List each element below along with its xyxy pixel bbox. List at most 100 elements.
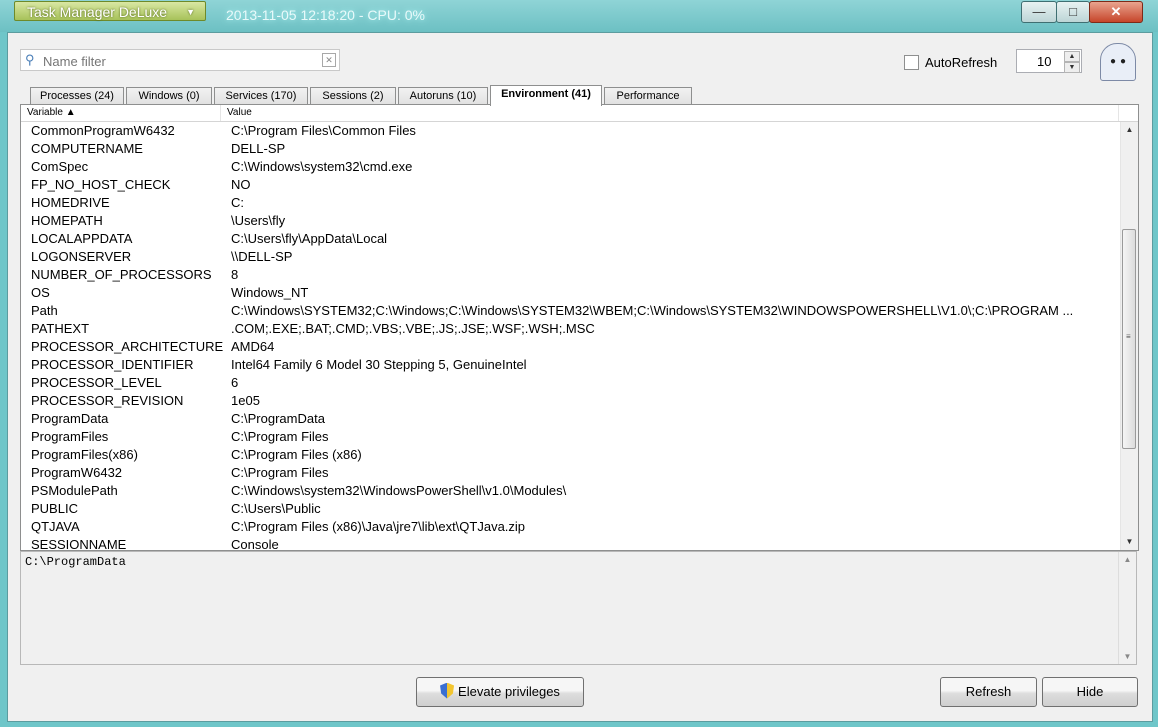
tab-windows[interactable]: Windows (0) <box>126 87 212 105</box>
clear-icon[interactable]: ✕ <box>322 53 336 67</box>
tab-sessions[interactable]: Sessions (2) <box>310 87 396 105</box>
table-row[interactable]: PROCESSOR_IDENTIFIER Intel64 Family 6 Mod… <box>21 356 1119 374</box>
value-cell: \Users\fly <box>231 213 286 228</box>
chevron-down-icon: ▼ <box>186 7 195 17</box>
table-row[interactable]: OS Windows_NT <box>21 284 1119 302</box>
name-filter-input[interactable] <box>41 52 320 70</box>
variable-cell: PATHEXT <box>31 321 90 336</box>
value-cell: C:\Users\fly\AppData\Local <box>231 231 388 246</box>
value-cell: C:\Windows\SYSTEM32;C:\Windows;C:\Window… <box>231 303 1074 318</box>
variable-cell: OS <box>31 285 50 300</box>
variable-cell: QTJAVA <box>31 519 80 534</box>
hide-button[interactable]: Hide <box>1042 677 1138 707</box>
column-header-variable[interactable]: Variable ▲ <box>21 105 221 121</box>
value-cell: NO <box>231 177 251 192</box>
tab-services[interactable]: Services (170) <box>214 87 308 105</box>
tab-environment[interactable]: Environment (41) <box>490 85 602 106</box>
variable-cell: PROCESSOR_ARCHITECTURE <box>31 339 224 354</box>
table-row[interactable]: ProgramFiles(x86) C:\Program Files (x86) <box>21 446 1119 464</box>
variable-cell: HOMEPATH <box>31 213 103 228</box>
variable-cell: PSModulePath <box>31 483 118 498</box>
table-row[interactable]: CommonProgramW6432 C:\Program Files\Commo… <box>21 122 1119 140</box>
ghost-icon[interactable]: ●● <box>1100 43 1136 81</box>
value-cell: Console <box>231 537 279 551</box>
value-cell: AMD64 <box>231 339 275 354</box>
close-button[interactable]: ✕ <box>1089 1 1143 23</box>
autorefresh-checkbox[interactable] <box>904 55 919 71</box>
table-row[interactable]: ProgramData C:\ProgramData <box>21 410 1119 428</box>
table-row[interactable]: FP_NO_HOST_CHECK NO <box>21 176 1119 194</box>
app-menu-label: Task Manager DeLuxe <box>27 4 168 20</box>
minimize-button[interactable]: — <box>1021 1 1057 23</box>
variable-cell: FP_NO_HOST_CHECK <box>31 177 171 192</box>
refresh-button[interactable]: Refresh <box>940 677 1037 707</box>
table-row[interactable]: LOGONSERVER \\DELL-SP <box>21 248 1119 266</box>
detail-scrollbar[interactable]: ▲ ▼ <box>1118 552 1136 664</box>
variable-cell: ComSpec <box>31 159 89 174</box>
value-cell: DELL-SP <box>231 141 286 156</box>
elevate-privileges-button[interactable]: Elevate privileges <box>416 677 584 707</box>
table-scrollbar[interactable]: ▲ ≡ ▼ <box>1120 122 1138 550</box>
value-cell: .COM;.EXE;.BAT;.CMD;.VBS;.VBE;.JS;.JSE;.… <box>231 321 595 336</box>
variable-cell: ProgramData <box>31 411 109 426</box>
table-row[interactable]: NUMBER_OF_PROCESSORS 8 <box>21 266 1119 284</box>
value-cell: Intel64 Family 6 Model 30 Stepping 5, Ge… <box>231 357 527 372</box>
interval-stepper[interactable]: 10 ▲ ▼ <box>1016 49 1082 73</box>
tab-processes[interactable]: Processes (24) <box>30 87 124 105</box>
interval-value: 10 <box>1037 54 1052 69</box>
table-row[interactable]: HOMEDRIVE C: <box>21 194 1119 212</box>
value-cell: \\DELL-SP <box>231 249 293 264</box>
table-row[interactable]: PSModulePath C:\Windows\system32\WindowsP… <box>21 482 1119 500</box>
value-cell: 8 <box>231 267 239 282</box>
main-panel: ⚲ ✕ AutoRefresh 10 ▲ ▼ ●● Processes (24)… <box>7 32 1153 722</box>
table-row[interactable]: LOCALAPPDATA C:\Users\fly\AppData\Local <box>21 230 1119 248</box>
table-body: CommonProgramW6432 C:\Program Files\Commo… <box>21 122 1119 551</box>
value-cell: C:\Windows\system32\cmd.exe <box>231 159 413 174</box>
variable-cell: ProgramFiles(x86) <box>31 447 138 462</box>
scroll-down-icon[interactable]: ▼ <box>1121 534 1138 550</box>
detail-value: C:\ProgramData <box>25 555 126 569</box>
value-cell: C:\Program Files <box>231 465 329 480</box>
variable-cell: PUBLIC <box>31 501 78 516</box>
scroll-up-icon[interactable]: ▲ <box>1121 122 1138 138</box>
value-cell: C:\Users\Public <box>231 501 321 516</box>
table-row[interactable]: PROCESSOR_REVISION 1e05 <box>21 392 1119 410</box>
table-row[interactable]: PROCESSOR_ARCHITECTURE AMD64 <box>21 338 1119 356</box>
variable-cell: LOGONSERVER <box>31 249 132 264</box>
table-row[interactable]: HOMEPATH \Users\fly <box>21 212 1119 230</box>
app-menu-button[interactable]: Task Manager DeLuxe ▼ <box>14 1 206 21</box>
variable-cell: NUMBER_OF_PROCESSORS <box>31 267 212 282</box>
value-cell: C:\Program Files\Common Files <box>231 123 416 138</box>
value-cell: C:\ProgramData <box>231 411 325 426</box>
tab-performance[interactable]: Performance <box>604 87 692 105</box>
scrollbar-thumb[interactable]: ≡ <box>1122 229 1136 449</box>
table-row[interactable]: PROCESSOR_LEVEL 6 <box>21 374 1119 392</box>
table-row[interactable]: ProgramW6432 C:\Program Files <box>21 464 1119 482</box>
table-row[interactable]: SESSIONNAME Console <box>21 536 1119 551</box>
detail-pane[interactable]: C:\ProgramData ▲ ▼ <box>20 551 1137 665</box>
search-icon: ⚲ <box>25 52 35 67</box>
table-row[interactable]: PATHEXT .COM;.EXE;.BAT;.CMD;.VBS;.VBE;.JS… <box>21 320 1119 338</box>
stepper-down-icon[interactable]: ▼ <box>1064 62 1080 73</box>
variable-cell: COMPUTERNAME <box>31 141 143 156</box>
table-row[interactable]: PUBLIC C:\Users\Public <box>21 500 1119 518</box>
column-header-value[interactable]: Value <box>221 105 1119 121</box>
maximize-button[interactable]: □ <box>1056 1 1090 23</box>
sort-ascending-icon: ▲ <box>65 107 76 118</box>
scroll-up-icon[interactable]: ▲ <box>1119 555 1136 564</box>
stepper-up-icon[interactable]: ▲ <box>1064 51 1080 62</box>
scroll-down-icon[interactable]: ▼ <box>1119 652 1136 661</box>
table-row[interactable]: COMPUTERNAME DELL-SP <box>21 140 1119 158</box>
name-filter: ⚲ ✕ <box>20 49 340 71</box>
variable-cell: SESSIONNAME <box>31 537 127 551</box>
table-row[interactable]: Path C:\Windows\SYSTEM32;C:\Windows;C:\Wi… <box>21 302 1119 320</box>
autorefresh-toggle[interactable]: AutoRefresh <box>904 54 997 72</box>
table-row[interactable]: ComSpec C:\Windows\system32\cmd.exe <box>21 158 1119 176</box>
table-row[interactable]: ProgramFiles C:\Program Files <box>21 428 1119 446</box>
value-cell: C: <box>231 195 244 210</box>
table-row[interactable]: QTJAVA C:\Program Files (x86)\Java\jre7\l… <box>21 518 1119 536</box>
value-cell: C:\Program Files (x86) <box>231 447 362 462</box>
tab-autoruns[interactable]: Autoruns (10) <box>398 87 488 105</box>
variable-cell: CommonProgramW6432 <box>31 123 175 138</box>
elevate-label: Elevate privileges <box>458 684 560 699</box>
